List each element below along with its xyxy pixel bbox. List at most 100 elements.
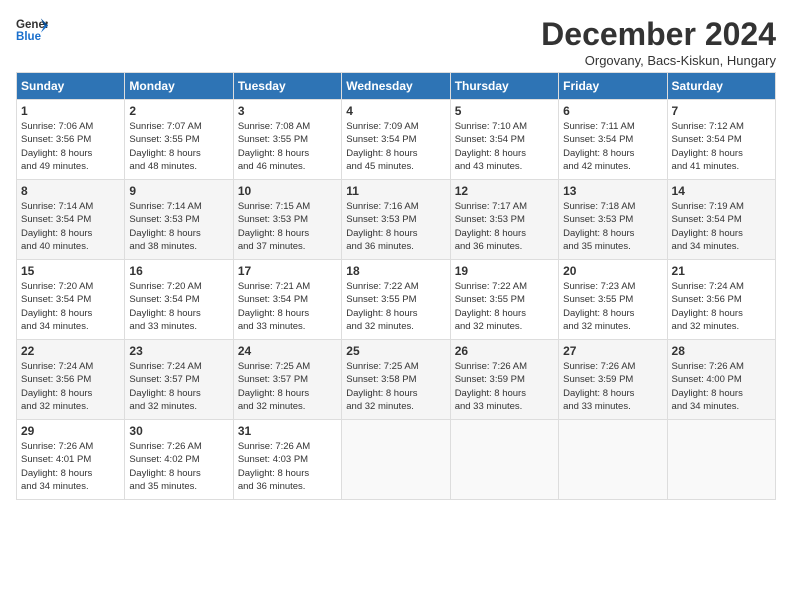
day-number: 6 — [563, 104, 662, 118]
calendar-week-row: 15 Sunrise: 7:20 AMSunset: 3:54 PMDayligh… — [17, 260, 776, 340]
calendar-day-cell: 31 Sunrise: 7:26 AMSunset: 4:03 PMDayligh… — [233, 420, 341, 500]
month-title: December 2024 — [541, 16, 776, 53]
svg-text:Blue: Blue — [16, 31, 42, 43]
header: General Blue December 2024 Orgovany, Bac… — [16, 16, 776, 68]
day-number: 26 — [455, 344, 554, 358]
day-info: Sunrise: 7:22 AMSunset: 3:55 PMDaylight:… — [455, 280, 554, 333]
day-number: 12 — [455, 184, 554, 198]
day-number: 4 — [346, 104, 445, 118]
day-info: Sunrise: 7:07 AMSunset: 3:55 PMDaylight:… — [129, 120, 228, 173]
day-number: 15 — [21, 264, 120, 278]
calendar-day-cell: 19 Sunrise: 7:22 AMSunset: 3:55 PMDayligh… — [450, 260, 558, 340]
calendar-day-cell: 12 Sunrise: 7:17 AMSunset: 3:53 PMDayligh… — [450, 180, 558, 260]
calendar-week-row: 8 Sunrise: 7:14 AMSunset: 3:54 PMDaylight… — [17, 180, 776, 260]
day-number: 29 — [21, 424, 120, 438]
day-info: Sunrise: 7:26 AMSunset: 4:02 PMDaylight:… — [129, 440, 228, 493]
day-info: Sunrise: 7:08 AMSunset: 3:55 PMDaylight:… — [238, 120, 337, 173]
day-info: Sunrise: 7:12 AMSunset: 3:54 PMDaylight:… — [672, 120, 771, 173]
day-info: Sunrise: 7:24 AMSunset: 3:57 PMDaylight:… — [129, 360, 228, 413]
calendar-day-cell: 16 Sunrise: 7:20 AMSunset: 3:54 PMDayligh… — [125, 260, 233, 340]
calendar-day-cell — [667, 420, 775, 500]
day-number: 7 — [672, 104, 771, 118]
weekday-header-tuesday: Tuesday — [233, 73, 341, 100]
day-info: Sunrise: 7:22 AMSunset: 3:55 PMDaylight:… — [346, 280, 445, 333]
calendar-day-cell: 20 Sunrise: 7:23 AMSunset: 3:55 PMDayligh… — [559, 260, 667, 340]
day-number: 19 — [455, 264, 554, 278]
weekday-header-wednesday: Wednesday — [342, 73, 450, 100]
location-subtitle: Orgovany, Bacs-Kiskun, Hungary — [541, 53, 776, 68]
day-number: 18 — [346, 264, 445, 278]
calendar-day-cell: 7 Sunrise: 7:12 AMSunset: 3:54 PMDaylight… — [667, 100, 775, 180]
calendar-day-cell: 27Sunrise: 7:26 AMSunset: 3:59 PMDayligh… — [559, 340, 667, 420]
calendar-day-cell: 10 Sunrise: 7:15 AMSunset: 3:53 PMDayligh… — [233, 180, 341, 260]
calendar-day-cell: 15 Sunrise: 7:20 AMSunset: 3:54 PMDayligh… — [17, 260, 125, 340]
calendar-day-cell — [450, 420, 558, 500]
calendar-day-cell: 13 Sunrise: 7:18 AMSunset: 3:53 PMDayligh… — [559, 180, 667, 260]
day-number: 5 — [455, 104, 554, 118]
day-info: Sunrise: 7:18 AMSunset: 3:53 PMDaylight:… — [563, 200, 662, 253]
calendar-day-cell: 30 Sunrise: 7:26 AMSunset: 4:02 PMDayligh… — [125, 420, 233, 500]
day-number: 2 — [129, 104, 228, 118]
day-number: 16 — [129, 264, 228, 278]
day-info: Sunrise: 7:24 AMSunset: 3:56 PMDaylight:… — [21, 360, 120, 413]
calendar-day-cell: 23 Sunrise: 7:24 AMSunset: 3:57 PMDayligh… — [125, 340, 233, 420]
day-info: Sunrise: 7:11 AMSunset: 3:54 PMDaylight:… — [563, 120, 662, 173]
calendar-table: SundayMondayTuesdayWednesdayThursdayFrid… — [16, 72, 776, 500]
calendar-day-cell: 2 Sunrise: 7:07 AMSunset: 3:55 PMDaylight… — [125, 100, 233, 180]
day-number: 10 — [238, 184, 337, 198]
calendar-day-cell: 3Sunrise: 7:08 AMSunset: 3:55 PMDaylight… — [233, 100, 341, 180]
day-info: Sunrise: 7:26 AMSunset: 3:59 PMDaylight:… — [455, 360, 554, 413]
day-number: 17 — [238, 264, 337, 278]
calendar-week-row: 22 Sunrise: 7:24 AMSunset: 3:56 PMDayligh… — [17, 340, 776, 420]
day-number: 13 — [563, 184, 662, 198]
day-info: Sunrise: 7:26 AMSunset: 4:01 PMDaylight:… — [21, 440, 120, 493]
calendar-day-cell: 21 Sunrise: 7:24 AMSunset: 3:56 PMDayligh… — [667, 260, 775, 340]
day-number: 23 — [129, 344, 228, 358]
day-info: Sunrise: 7:16 AMSunset: 3:53 PMDaylight:… — [346, 200, 445, 253]
day-number: 21 — [672, 264, 771, 278]
day-info: Sunrise: 7:23 AMSunset: 3:55 PMDaylight:… — [563, 280, 662, 333]
day-info: Sunrise: 7:24 AMSunset: 3:56 PMDaylight:… — [672, 280, 771, 333]
day-number: 11 — [346, 184, 445, 198]
calendar-day-cell: 1Sunrise: 7:06 AMSunset: 3:56 PMDaylight… — [17, 100, 125, 180]
weekday-header-friday: Friday — [559, 73, 667, 100]
day-number: 31 — [238, 424, 337, 438]
weekday-header-sunday: Sunday — [17, 73, 125, 100]
calendar-day-cell: 8 Sunrise: 7:14 AMSunset: 3:54 PMDaylight… — [17, 180, 125, 260]
day-info: Sunrise: 7:14 AMSunset: 3:54 PMDaylight:… — [21, 200, 120, 253]
day-info: Sunrise: 7:09 AMSunset: 3:54 PMDaylight:… — [346, 120, 445, 173]
calendar-day-cell: 18 Sunrise: 7:22 AMSunset: 3:55 PMDayligh… — [342, 260, 450, 340]
day-info: Sunrise: 7:26 AMSunset: 3:59 PMDaylight:… — [563, 360, 662, 413]
calendar-day-cell: 11 Sunrise: 7:16 AMSunset: 3:53 PMDayligh… — [342, 180, 450, 260]
calendar-day-cell: 9Sunrise: 7:14 AMSunset: 3:53 PMDaylight… — [125, 180, 233, 260]
title-area: December 2024 Orgovany, Bacs-Kiskun, Hun… — [541, 16, 776, 68]
day-number: 9 — [129, 184, 228, 198]
calendar-day-cell: 6 Sunrise: 7:11 AMSunset: 3:54 PMDaylight… — [559, 100, 667, 180]
day-info: Sunrise: 7:15 AMSunset: 3:53 PMDaylight:… — [238, 200, 337, 253]
calendar-day-cell — [342, 420, 450, 500]
day-number: 14 — [672, 184, 771, 198]
day-info: Sunrise: 7:26 AMSunset: 4:03 PMDaylight:… — [238, 440, 337, 493]
calendar-day-cell: 5 Sunrise: 7:10 AMSunset: 3:54 PMDaylight… — [450, 100, 558, 180]
day-number: 30 — [129, 424, 228, 438]
weekday-header-thursday: Thursday — [450, 73, 558, 100]
day-info: Sunrise: 7:10 AMSunset: 3:54 PMDaylight:… — [455, 120, 554, 173]
weekday-header-row: SundayMondayTuesdayWednesdayThursdayFrid… — [17, 73, 776, 100]
day-number: 8 — [21, 184, 120, 198]
day-info: Sunrise: 7:20 AMSunset: 3:54 PMDaylight:… — [129, 280, 228, 333]
day-number: 28 — [672, 344, 771, 358]
day-info: Sunrise: 7:17 AMSunset: 3:53 PMDaylight:… — [455, 200, 554, 253]
logo-icon: General Blue — [16, 16, 48, 44]
day-number: 24 — [238, 344, 337, 358]
day-info: Sunrise: 7:19 AMSunset: 3:54 PMDaylight:… — [672, 200, 771, 253]
calendar-day-cell: 29 Sunrise: 7:26 AMSunset: 4:01 PMDayligh… — [17, 420, 125, 500]
weekday-header-saturday: Saturday — [667, 73, 775, 100]
day-info: Sunrise: 7:20 AMSunset: 3:54 PMDaylight:… — [21, 280, 120, 333]
day-number: 22 — [21, 344, 120, 358]
calendar-day-cell: 17 Sunrise: 7:21 AMSunset: 3:54 PMDayligh… — [233, 260, 341, 340]
day-info: Sunrise: 7:21 AMSunset: 3:54 PMDaylight:… — [238, 280, 337, 333]
calendar-week-row: 1Sunrise: 7:06 AMSunset: 3:56 PMDaylight… — [17, 100, 776, 180]
day-info: Sunrise: 7:25 AMSunset: 3:58 PMDaylight:… — [346, 360, 445, 413]
calendar-day-cell: 4 Sunrise: 7:09 AMSunset: 3:54 PMDaylight… — [342, 100, 450, 180]
day-number: 20 — [563, 264, 662, 278]
